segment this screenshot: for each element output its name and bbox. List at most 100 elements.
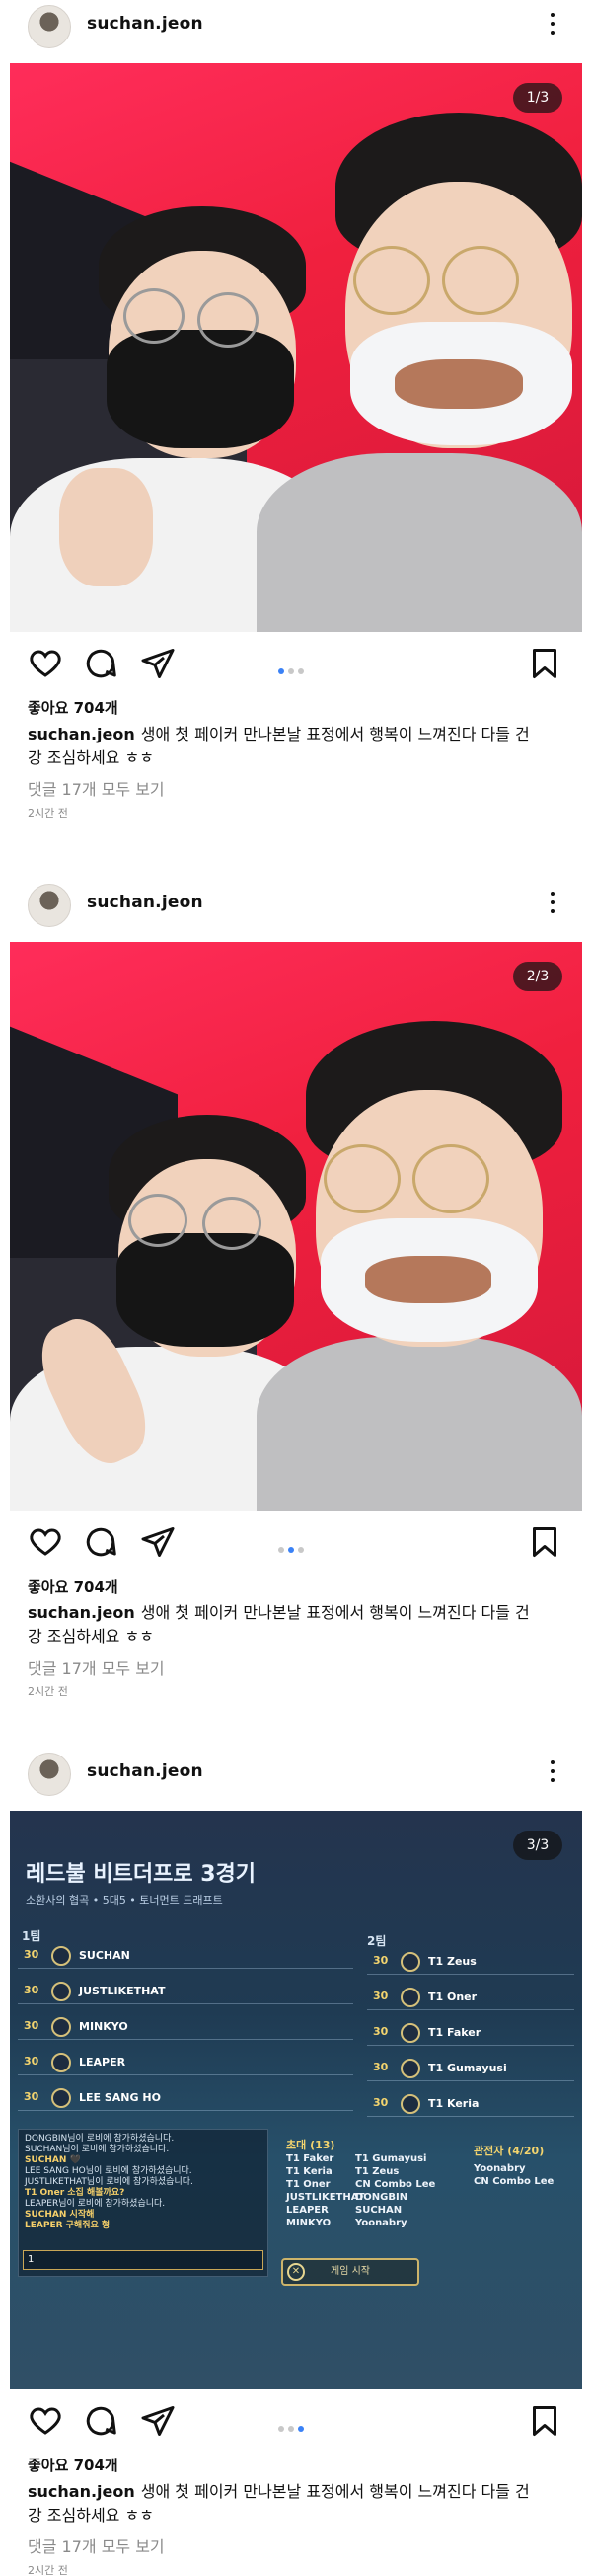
caption-username[interactable]: suchan.jeon [28, 2482, 135, 2501]
heart-icon[interactable] [28, 646, 63, 681]
caption: suchan.jeon 생애 첫 페이커 만나본날 표정에서 행복이 느껴진다 다… [28, 1601, 541, 1649]
list-item: SUCHAN님이 로비에 참가하셨습니다. [25, 2145, 170, 2154]
player-slot[interactable]: 30 T1 Gumayusi [367, 2056, 574, 2081]
post-time: 2시간 전 [28, 807, 68, 820]
post-time: 2시간 전 [28, 2564, 68, 2576]
action-bar [0, 2403, 592, 2443]
summoner-icon [401, 1988, 420, 2007]
player-level: 30 [373, 1954, 389, 1967]
player-slot[interactable]: 30 T1 Oner [367, 1985, 574, 2010]
username[interactable]: suchan.jeon [87, 14, 203, 34]
post-header: suchan.jeon [0, 1748, 592, 1799]
post-photo[interactable]: 1/3 [10, 63, 582, 632]
share-icon[interactable] [140, 1524, 176, 1560]
list-item: T1 Gumayusi [355, 2153, 427, 2164]
list-item: Yoonabry [355, 2218, 407, 2228]
player-level: 30 [373, 1990, 389, 2002]
share-icon[interactable] [140, 646, 176, 681]
more-options-icon[interactable] [546, 889, 559, 920]
summoner-icon [51, 1982, 71, 2001]
player-slot[interactable]: 30 JUSTLIKETHAT [18, 1979, 353, 2004]
summoner-icon [401, 1952, 420, 1972]
player-name: T1 Oner [428, 1991, 478, 2003]
list-item: CN Combo Lee [474, 2176, 555, 2187]
post-3: suchan.jeon 레드불 비트더프로 3경기 소환사의 협곡 • 5대5 … [0, 1748, 592, 2576]
summoner-icon [401, 2059, 420, 2078]
team2-label: 2팀 [367, 1934, 387, 1948]
heart-icon[interactable] [28, 2403, 63, 2439]
avatar[interactable] [28, 1753, 71, 1796]
post-photo-game-lobby[interactable]: 레드불 비트더프로 3경기 소환사의 협곡 • 5대5 • 토너먼트 드래프트 … [10, 1811, 582, 2389]
like-count[interactable]: 좋아요 704개 [28, 1576, 118, 1597]
list-item: LEAPER [286, 2205, 329, 2216]
bookmark-icon[interactable] [527, 2403, 562, 2439]
player-name: SUCHAN [79, 1949, 130, 1962]
avatar[interactable] [28, 5, 71, 48]
player-slot[interactable]: 30 LEE SANG HO [18, 2085, 353, 2111]
post-photo[interactable]: 2/3 [10, 942, 582, 1511]
username[interactable]: suchan.jeon [87, 1761, 203, 1781]
list-item: CN Combo Lee [355, 2179, 436, 2190]
carousel-dots [278, 660, 318, 674]
player-level: 30 [24, 2055, 39, 2068]
like-count[interactable]: 좋아요 704개 [28, 2455, 118, 2475]
player-name: MINKYO [79, 2020, 128, 2033]
player-level: 30 [373, 2061, 389, 2073]
summoner-icon [401, 2094, 420, 2114]
spectator-list: Yoonabry CN Combo Lee [474, 2162, 554, 2188]
comment-icon[interactable] [83, 646, 118, 681]
more-options-icon[interactable] [546, 1757, 559, 1789]
close-icon[interactable]: ✕ [287, 2263, 305, 2281]
player-slot[interactable]: 30 MINKYO [18, 2014, 353, 2040]
player-slot[interactable]: 30 SUCHAN [18, 1943, 353, 1969]
list-item: T1 Oner [286, 2179, 331, 2190]
player-slot[interactable]: 30 T1 Keria [367, 2091, 574, 2117]
heart-icon[interactable] [28, 1524, 63, 1560]
chat-input[interactable]: 1 [23, 2250, 263, 2270]
player-name: T1 Keria [428, 2097, 480, 2110]
bookmark-icon[interactable] [527, 646, 562, 681]
view-comments-link[interactable]: 댓글 17개 모두 보기 [28, 776, 165, 800]
bookmark-icon[interactable] [527, 1524, 562, 1560]
list-item: JUSTLIKETHAT님이 로비에 참가하셨습니다. [25, 2177, 193, 2187]
comment-icon[interactable] [83, 2403, 118, 2439]
view-comments-link[interactable]: 댓글 17개 모두 보기 [28, 1655, 165, 1678]
list-item: JUSTLIKETHAT [286, 2192, 365, 2203]
invite-header: 초대 (13) [286, 2139, 335, 2151]
lobby-chat: DONGBIN님이 로비에 참가하셨습니다. SUCHAN님이 로비에 참가하셨습… [18, 2129, 268, 2277]
username[interactable]: suchan.jeon [87, 893, 203, 912]
post-header: suchan.jeon [0, 0, 592, 51]
list-item: SUCHAN 시작해 [25, 2210, 95, 2220]
post-time: 2시간 전 [28, 1685, 68, 1698]
player-level: 30 [373, 2025, 389, 2038]
start-game-button[interactable]: ✕ 게임 시작 [281, 2258, 419, 2286]
player-name: LEE SANG HO [79, 2091, 161, 2104]
player-name: JUSTLIKETHAT [79, 1985, 166, 1997]
list-item: LEAPER 구해줘요 형 [25, 2221, 111, 2230]
player-slot[interactable]: 30 T1 Zeus [367, 1949, 574, 1975]
image-counter: 1/3 [513, 83, 562, 113]
post-2: suchan.jeon 2/3 좋아요 704개 suchan.jeon 생애 … [0, 879, 592, 1757]
player-level: 30 [24, 2090, 39, 2103]
summoner-icon [51, 1946, 71, 1966]
caption-username[interactable]: suchan.jeon [28, 1603, 135, 1622]
summoner-icon [51, 2053, 71, 2072]
lobby-title: 레드불 비트더프로 3경기 [26, 1862, 257, 1887]
player-name: T1 Gumayusi [428, 2062, 507, 2074]
list-item: T1 Faker [286, 2153, 334, 2164]
list-item: T1 Zeus [355, 2166, 400, 2177]
share-icon[interactable] [140, 2403, 176, 2439]
invite-list-col1: T1 Faker T1 Keria T1 Oner JUSTLIKETHAT LEAPE… [286, 2152, 365, 2229]
more-options-icon[interactable] [546, 10, 559, 41]
action-bar [0, 646, 592, 685]
caption-username[interactable]: suchan.jeon [28, 725, 135, 743]
carousel-dots [278, 2417, 318, 2432]
avatar[interactable] [28, 884, 71, 927]
like-count[interactable]: 좋아요 704개 [28, 697, 118, 718]
comment-icon[interactable] [83, 1524, 118, 1560]
player-slot[interactable]: 30 LEAPER [18, 2050, 353, 2075]
list-item: DONGBIN [355, 2192, 408, 2203]
view-comments-link[interactable]: 댓글 17개 모두 보기 [28, 2534, 165, 2557]
summoner-icon [51, 2088, 71, 2108]
player-slot[interactable]: 30 T1 Faker [367, 2020, 574, 2046]
